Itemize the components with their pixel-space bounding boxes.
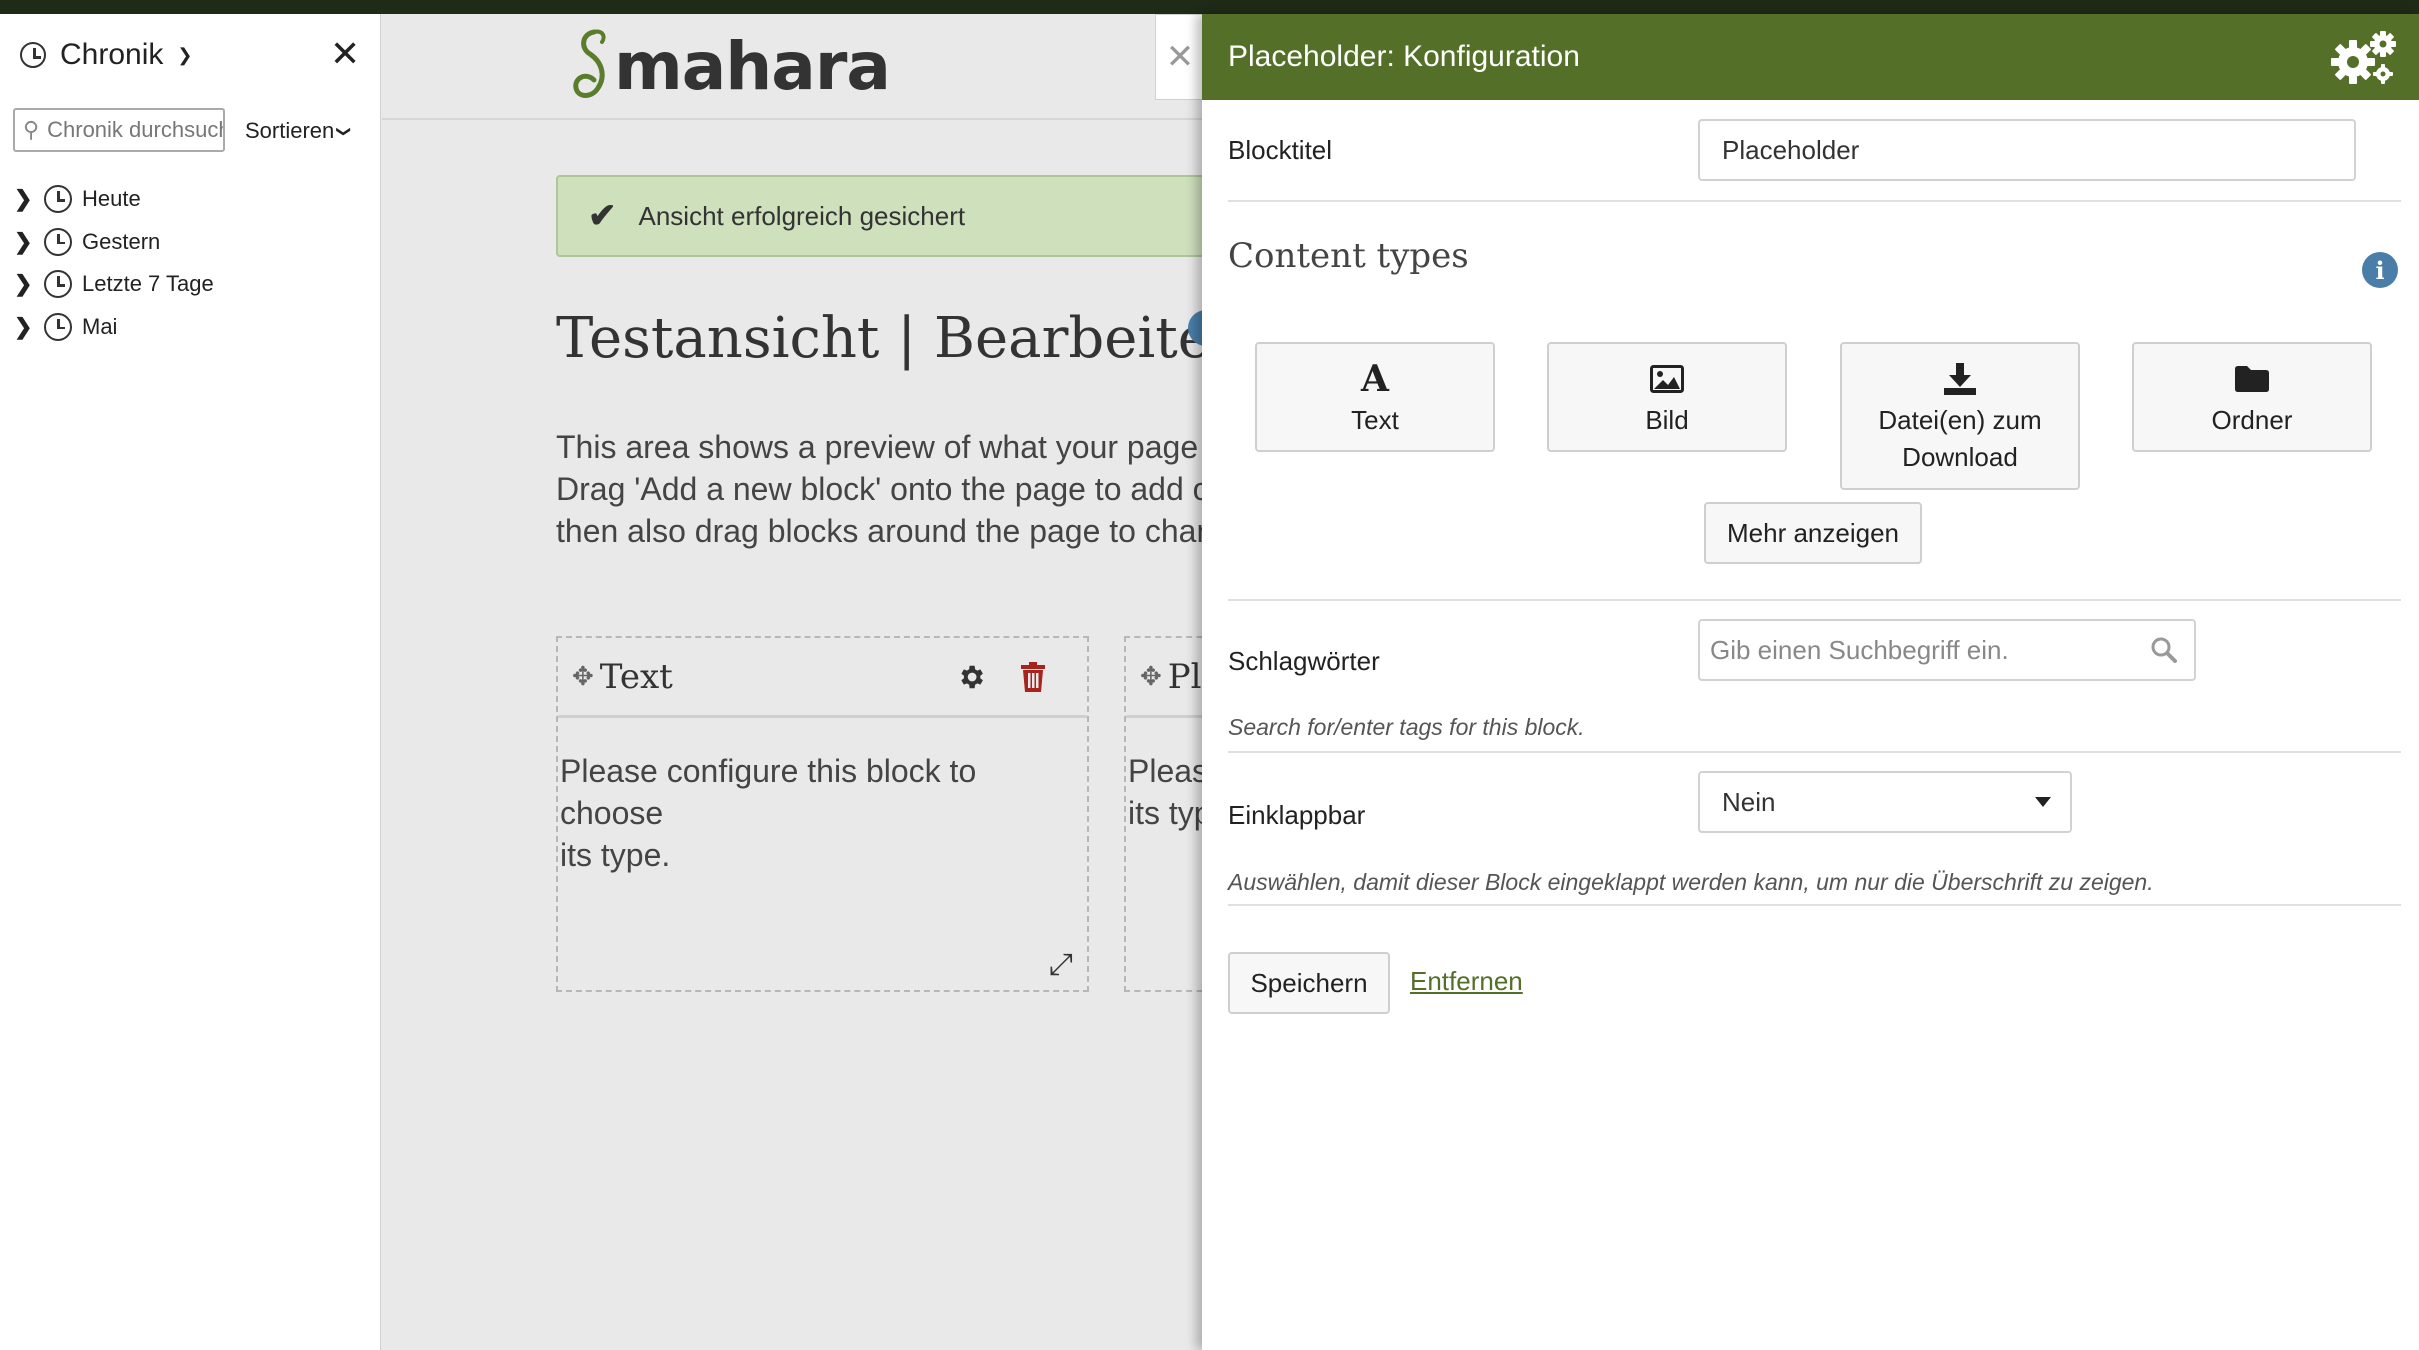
page-editor: mahara ✔ Ansicht erfolgreich gesichert T… [382, 14, 1282, 1350]
gears-icon [2331, 31, 2396, 84]
history-item-label: Mai [82, 313, 118, 339]
divider [1228, 200, 2401, 202]
success-alert: ✔ Ansicht erfolgreich gesichert [556, 175, 1216, 257]
block-body-line: Please configure this block to choose [560, 753, 977, 831]
chevron-down-icon: ❯ [177, 44, 193, 65]
content-type-text-button[interactable]: A Text [1255, 342, 1495, 452]
clock-icon [44, 270, 72, 299]
chevron-right-icon[interactable]: ❯ [14, 314, 36, 340]
history-item-mai[interactable]: ❯ Mai [14, 306, 214, 349]
content-type-download-button[interactable]: Datei(en) zum Download [1840, 342, 2080, 490]
download-icon [1943, 356, 1977, 402]
remove-link[interactable]: Entfernen [1410, 966, 1523, 997]
block-header[interactable]: ✥ Text [558, 638, 1087, 718]
mahara-logo[interactable]: mahara [572, 24, 891, 108]
top-strip [0, 0, 2419, 14]
tags-input[interactable]: Gib einen Suchbegriff ein. [1698, 619, 2196, 681]
content-type-label: Ordner [2211, 405, 2293, 435]
chevron-right-icon[interactable]: ❯ [14, 271, 36, 297]
info-icon[interactable]: i [2362, 252, 2398, 288]
clock-icon [44, 227, 72, 256]
tags-placeholder: Gib einen Suchbegriff ein. [1710, 634, 2009, 665]
collapsible-value: Nein [1722, 786, 1776, 817]
tags-label: Schlagwörter [1228, 646, 1380, 676]
collapsible-label: Einklappbar [1228, 800, 1366, 830]
content-type-label: Download [1902, 442, 2018, 472]
tags-help-text: Search for/enter tags for this block. [1228, 714, 1585, 740]
block-config-panel: Placeholder: Konfiguration Blocktitel Pl… [1202, 14, 2419, 1350]
panel-title: Placeholder: Konfiguration [1228, 40, 1580, 73]
save-button[interactable]: Speichern [1228, 952, 1390, 1014]
history-search-input[interactable]: ⚲ Chronik durchsuchen [13, 108, 225, 152]
divider [1228, 904, 2401, 906]
alert-text: Ansicht erfolgreich gesichert [638, 200, 966, 231]
collapsible-select[interactable]: Nein [1698, 771, 2072, 833]
page-title: Testansicht | Bearbeiten [556, 306, 1247, 371]
history-dropdown[interactable]: Chronik ❯ [20, 38, 192, 72]
trash-icon[interactable] [1020, 662, 1046, 692]
chevron-down-icon: ❯ [336, 125, 353, 137]
history-item-letzte-7-tage[interactable]: ❯ Letzte 7 Tage [14, 263, 214, 306]
content-types-heading: Content types [1228, 236, 1469, 276]
block-title-input[interactable]: Placeholder [1698, 119, 2356, 181]
block-text[interactable]: ✥ Text Please configure this block to ch… [556, 636, 1089, 992]
logo-text: mahara [614, 27, 891, 105]
block-body: Please configure this block to choose it… [560, 750, 1080, 876]
header-divider [382, 118, 1202, 120]
content-type-folder-button[interactable]: Ordner [2132, 342, 2372, 452]
history-item-label: Gestern [82, 228, 161, 254]
resize-icon[interactable]: ⤢ [1049, 948, 1073, 982]
history-sidebar: Chronik ❯ ✕ ⚲ Chronik durchsuchen Sortie… [0, 14, 381, 1350]
clock-icon [44, 185, 72, 214]
chevron-right-icon[interactable]: ❯ [14, 186, 36, 212]
text-font-icon: A [1361, 357, 1389, 400]
move-icon[interactable]: ✥ [572, 661, 594, 692]
close-sidebar-icon[interactable]: ✕ [330, 36, 360, 72]
show-more-button[interactable]: Mehr anzeigen [1704, 502, 1922, 564]
intro-line: Drag 'Add a new block' onto the page to … [556, 471, 1247, 507]
content-type-label: Datei(en) zum [1878, 405, 2042, 435]
search-icon [2151, 637, 2177, 663]
history-title: Chronik [60, 38, 164, 71]
history-item-gestern[interactable]: ❯ Gestern [14, 221, 214, 264]
block-title: Text [599, 656, 673, 697]
history-item-heute[interactable]: ❯ Heute [14, 178, 214, 221]
close-panel-icon[interactable]: ✕ [1155, 14, 1205, 100]
block-title-value: Placeholder [1722, 134, 1860, 165]
intro-text: This area shows a preview of what your p… [556, 426, 1282, 552]
folder-icon [2234, 356, 2270, 402]
image-icon [1650, 356, 1684, 402]
caret-down-icon [2035, 797, 2051, 807]
history-search-placeholder: Chronik durchsuchen [47, 117, 223, 142]
history-item-label: Letzte 7 Tage [82, 271, 214, 297]
move-icon[interactable]: ✥ [1140, 661, 1162, 692]
mahara-logo-mark-icon [573, 29, 606, 98]
gear-icon[interactable] [956, 662, 986, 692]
chevron-right-icon[interactable]: ❯ [14, 229, 36, 255]
content-type-label: Bild [1645, 405, 1689, 435]
block-title-label: Blocktitel [1228, 135, 1333, 165]
clock-icon [44, 312, 72, 341]
block-body-line: its type. [560, 837, 671, 873]
divider [1228, 599, 2401, 601]
checkmark-icon: ✔ [588, 197, 617, 235]
divider [1228, 751, 2401, 753]
sort-dropdown[interactable]: Sortieren ❯ [245, 118, 353, 144]
content-type-image-button[interactable]: Bild [1547, 342, 1787, 452]
sort-label: Sortieren [245, 118, 335, 143]
history-tree: ❯ Heute ❯ Gestern ❯ Letzte 7 Tage ❯ Mai [14, 178, 214, 348]
clock-icon [20, 42, 46, 68]
intro-line: then also drag blocks around the page to… [556, 513, 1250, 549]
panel-header: Placeholder: Konfiguration [1202, 14, 2419, 100]
collapsible-help-text: Auswählen, damit dieser Block eingeklapp… [1228, 869, 2154, 895]
content-type-label: Text [1351, 405, 1399, 435]
history-item-label: Heute [82, 186, 141, 212]
intro-line: This area shows a preview of what your p… [556, 429, 1282, 465]
search-icon: ⚲ [23, 117, 40, 142]
